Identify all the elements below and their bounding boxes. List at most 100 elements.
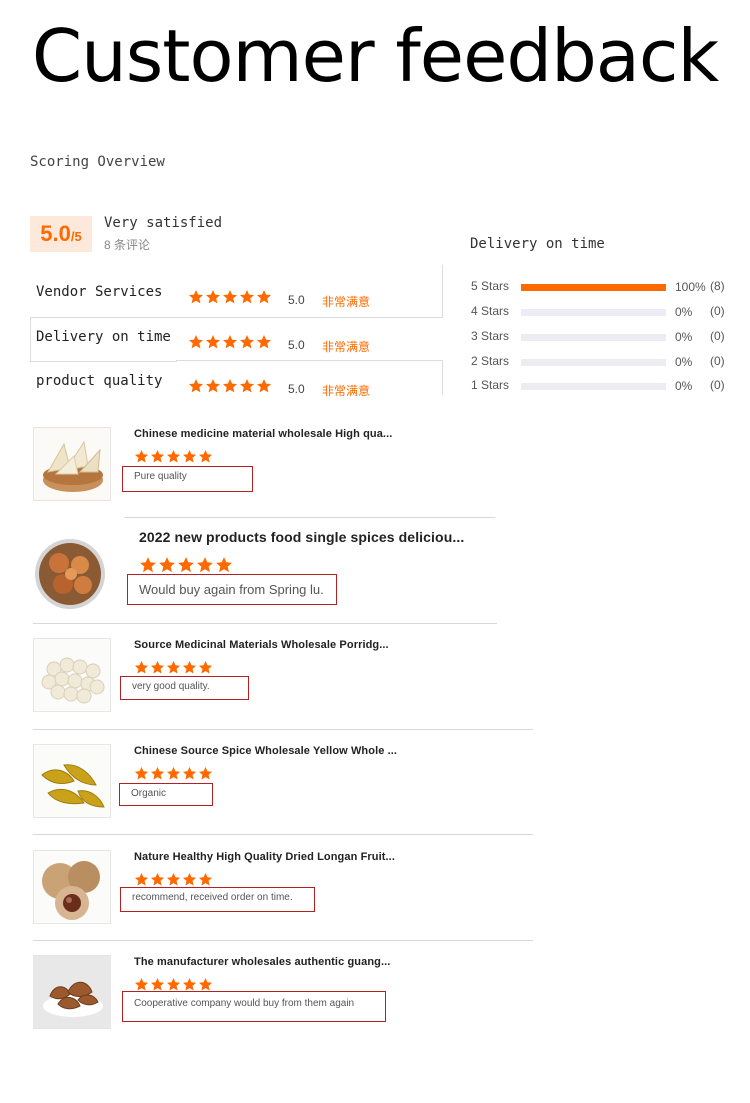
white-seeds-image[interactable] (33, 638, 111, 712)
distribution-bar (521, 383, 666, 390)
star-icon (166, 766, 181, 781)
star-icon (182, 872, 197, 887)
star-icon (182, 766, 197, 781)
distribution-label: 5 Stars (471, 279, 510, 293)
distribution-title: Delivery on time (470, 236, 605, 252)
review-product-title[interactable]: Nature Healthy High Quality Dried Longan… (134, 851, 395, 863)
distribution-count: (0) (710, 378, 725, 392)
criteria-rating-text: 非常满意 (322, 295, 371, 309)
criteria-row-product-quality: product quality 5.0 非常满意 (30, 360, 443, 404)
review-product-title[interactable]: Source Medicinal Materials Wholesale Por… (134, 639, 389, 651)
review-item: Chinese medicine material wholesale High… (33, 427, 533, 507)
review-stars (134, 449, 213, 464)
star-icon (196, 556, 214, 574)
review-divider (33, 729, 533, 730)
distribution-label: 3 Stars (471, 329, 510, 343)
review-comment: recommend, received order on time. (120, 887, 315, 912)
star-icon (166, 977, 181, 992)
distribution-row-1[interactable]: 1 Stars 0% (0) (471, 378, 741, 394)
review-comment: Organic (119, 783, 213, 806)
review-comment: Pure quality (122, 466, 253, 492)
distribution-row-5[interactable]: 5 Stars 100% (8) (471, 279, 741, 295)
criteria-rating-text: 非常满意 (322, 384, 371, 398)
distribution-label: 1 Stars (471, 378, 510, 392)
star-icon (198, 977, 213, 992)
star-icon (222, 378, 238, 394)
star-icon (239, 334, 255, 350)
star-icon (182, 660, 197, 675)
star-icon (222, 289, 238, 305)
review-divider (33, 834, 533, 835)
distribution-percent: 0% (675, 355, 693, 369)
review-stars (134, 766, 213, 781)
sliced-herb-bowl-image[interactable] (33, 427, 111, 501)
criteria-score: 5.0 (288, 382, 305, 396)
review-comment: very good quality. (120, 676, 249, 700)
distribution-row-3[interactable]: 3 Stars 0% (0) (471, 329, 741, 345)
review-product-title[interactable]: The manufacturer wholesales authentic gu… (134, 956, 390, 968)
review-divider (124, 517, 495, 518)
distribution-row-2[interactable]: 2 Stars 0% (0) (471, 354, 741, 370)
review-product-title[interactable]: Chinese medicine material wholesale High… (134, 428, 392, 440)
criteria-table: Vendor Services 5.0 非常满意 Delivery on tim… (30, 265, 443, 398)
turmeric-root-image[interactable] (33, 744, 111, 818)
criteria-label: product quality (36, 373, 163, 389)
star-icon (188, 289, 204, 305)
distribution-bar (521, 284, 666, 291)
review-stars (134, 660, 213, 675)
star-icon (158, 556, 176, 574)
star-icon (166, 449, 181, 464)
dried-citrus-bowl-image[interactable] (33, 537, 107, 611)
criteria-stars (188, 334, 272, 350)
review-divider (33, 940, 533, 941)
review-count[interactable]: 8 条评论 (104, 236, 150, 253)
star-icon (215, 556, 233, 574)
criteria-score: 5.0 (288, 293, 305, 307)
star-icon (239, 289, 255, 305)
distribution-row-4[interactable]: 4 Stars 0% (0) (471, 304, 741, 320)
star-icon (150, 872, 165, 887)
star-icon (134, 872, 149, 887)
star-icon (198, 660, 213, 675)
review-stars (134, 872, 213, 887)
review-comment: Cooperative company would buy from them … (122, 991, 386, 1022)
criteria-label: Delivery on time (36, 329, 171, 345)
star-icon (134, 449, 149, 464)
star-icon (134, 660, 149, 675)
star-icon (205, 378, 221, 394)
star-icon (256, 289, 272, 305)
longan-fruit-image[interactable] (33, 850, 111, 924)
star-icon (150, 766, 165, 781)
star-icon (198, 766, 213, 781)
review-stars (134, 977, 213, 992)
distribution-percent: 0% (675, 330, 693, 344)
review-product-title[interactable]: 2022 new products food single spices del… (139, 529, 464, 545)
distribution-percent: 0% (675, 305, 693, 319)
overall-label: Very satisfied (104, 215, 223, 231)
star-icon (188, 334, 204, 350)
star-icon (166, 872, 181, 887)
overall-score-total: /5 (70, 229, 82, 244)
criteria-stars (188, 378, 272, 394)
distribution-bar (521, 334, 666, 341)
review-product-title[interactable]: Chinese Source Spice Wholesale Yellow Wh… (134, 745, 397, 757)
distribution-count: (0) (710, 354, 725, 368)
star-icon (150, 660, 165, 675)
star-icon (222, 334, 238, 350)
review-item: Nature Healthy High Quality Dried Longan… (33, 850, 533, 930)
star-icon (177, 556, 195, 574)
star-icon (139, 556, 157, 574)
star-icon (256, 334, 272, 350)
page-title: Customer feedback (31, 14, 719, 98)
criteria-row-vendor-services: Vendor Services 5.0 非常满意 (30, 271, 443, 315)
star-icon (198, 872, 213, 887)
star-icon (182, 977, 197, 992)
criteria-score: 5.0 (288, 338, 305, 352)
dried-peel-plate-image[interactable] (33, 955, 111, 1029)
overall-score-badge: 5.0 /5 (30, 216, 92, 252)
review-divider (33, 623, 497, 624)
distribution-label: 4 Stars (471, 304, 510, 318)
star-icon (166, 660, 181, 675)
distribution-bar-fill (521, 284, 666, 291)
overall-score: 5.0 (40, 221, 71, 246)
